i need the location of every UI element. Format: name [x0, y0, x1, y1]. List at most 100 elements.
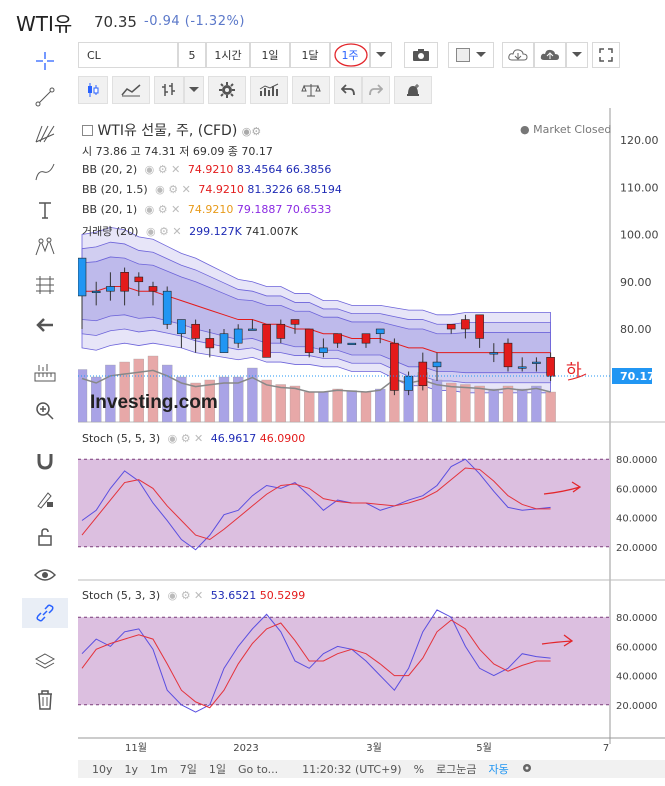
interval-1m[interactable]: 1달 [290, 42, 330, 68]
range-1m[interactable]: 1m [144, 763, 174, 776]
stoch2-tools[interactable]: ◉ ⚙ ✕ [168, 589, 204, 602]
chart-tools-toolbar [78, 76, 432, 104]
measure-tool[interactable] [22, 358, 68, 388]
candles-button[interactable] [78, 76, 108, 104]
indicators-button[interactable] [250, 76, 288, 104]
chart-type-dropdown[interactable] [184, 76, 204, 104]
bb2-tools[interactable]: ◉ ⚙ ✕ [155, 183, 191, 196]
auto-toggle[interactable]: 자동 [483, 761, 515, 777]
link-tool[interactable] [22, 598, 68, 628]
crosshair-tool[interactable] [22, 46, 68, 76]
alert-button[interactable] [394, 76, 432, 104]
indicators-icon [259, 83, 279, 96]
candle-body [517, 366, 527, 369]
volume-bar [446, 382, 457, 423]
bb3-tools[interactable]: ◉ ⚙ ✕ [145, 203, 181, 216]
projection-tool[interactable] [22, 270, 68, 300]
arrow-left-icon [36, 318, 53, 332]
undo-button[interactable] [334, 76, 362, 104]
area-chart-button[interactable] [112, 76, 150, 104]
main-legend-title: WTI유 선물, 주, (CFD) [97, 123, 238, 139]
current-price-label: 70.17 [620, 370, 655, 383]
candle-body [375, 328, 385, 335]
range-1d[interactable]: 1일 [203, 761, 232, 777]
settings-button[interactable] [208, 76, 246, 104]
main-legend: WTI유 선물, 주, (CFD) ◉⚙ [82, 120, 261, 140]
magnet-tool[interactable] [22, 446, 68, 476]
candle-body [276, 323, 286, 339]
chevron-down-icon [189, 87, 199, 92]
color-picker[interactable] [448, 42, 494, 68]
main-legend-tools[interactable]: ◉⚙ [242, 125, 261, 138]
magnet-icon [37, 454, 53, 470]
fullscreen-button[interactable] [592, 42, 620, 68]
price-tick-label: 110.00 [620, 181, 659, 194]
volume-bar [431, 379, 443, 423]
stoch1-k: 46.9617 [210, 432, 257, 445]
bb1-legend: BB (20, 2) ◉ ⚙ ✕ 74.9210 83.4564 66.3856 [82, 163, 331, 176]
range-1y[interactable]: 1y [119, 763, 145, 776]
trendline-tool[interactable] [22, 82, 68, 112]
volume-ma: 741.007K [245, 225, 299, 238]
text-icon [39, 202, 51, 219]
settings-gear[interactable] [515, 762, 539, 777]
hide-toolbar-tool[interactable] [22, 310, 68, 340]
volume-bar [332, 388, 343, 423]
bb2-label: BB (20, 1.5) [82, 183, 148, 196]
candle-body [489, 352, 499, 355]
cloud-upload-button[interactable] [534, 42, 566, 68]
interval-1h[interactable]: 1시간 [206, 42, 250, 68]
zoom-tool[interactable] [22, 396, 68, 426]
pencil-lock-icon [37, 492, 53, 509]
bb2-lower: 68.5194 [296, 183, 342, 196]
volume-value: 299.127K [189, 225, 242, 238]
goto-button[interactable]: Go to... [232, 763, 284, 776]
compare-button[interactable] [292, 76, 330, 104]
crosshair-icon [36, 52, 54, 70]
candle-body [262, 323, 271, 358]
volume-tools[interactable]: ◉ ⚙ ✕ [146, 225, 182, 238]
brush-tool[interactable] [22, 157, 68, 187]
ohlc-legend: 시 73.86 고 74.31 저 69.09 종 70.17 [82, 145, 273, 158]
interval-count-value: 5 [188, 48, 196, 62]
text-tool[interactable] [22, 195, 68, 225]
stoch1-d: 46.0900 [259, 432, 306, 445]
redo-button[interactable] [362, 76, 390, 104]
interval-1d[interactable]: 1일 [250, 42, 290, 68]
delete-tool[interactable] [22, 685, 68, 715]
unlock-icon [38, 528, 52, 546]
screenshot-button[interactable] [404, 42, 438, 68]
percent-toggle[interactable]: % [408, 763, 430, 776]
draw-mode-tool[interactable] [22, 484, 68, 514]
interval-1w[interactable]: 1주 [330, 42, 370, 68]
candle-body [333, 333, 342, 344]
range-7d[interactable]: 7일 [174, 761, 203, 777]
candle-body [475, 314, 484, 339]
bars-button[interactable] [154, 76, 184, 104]
pattern-tool[interactable] [22, 232, 68, 262]
candle-body [503, 342, 513, 368]
symbol-input[interactable]: CL [78, 42, 178, 68]
collapse-box-icon[interactable] [82, 125, 93, 136]
lock-tool[interactable] [22, 522, 68, 552]
bb1-tools[interactable]: ◉ ⚙ ✕ [145, 163, 181, 176]
volume-bar [502, 385, 514, 423]
price-tick-label: 90.00 [620, 276, 652, 289]
hand-annotation-text: 하 [566, 361, 582, 381]
range-10y[interactable]: 10y [86, 763, 119, 776]
link-icon [36, 604, 54, 622]
candle-body [446, 323, 456, 330]
stoch1-tools[interactable]: ◉ ⚙ ✕ [168, 432, 204, 445]
stoch2-legend: Stoch (5, 3, 3) ◉ ⚙ ✕ 53.6521 50.5299 [82, 589, 305, 602]
layers-tool[interactable] [22, 647, 68, 677]
visibility-tool[interactable] [22, 560, 68, 590]
interval-dropdown[interactable] [370, 42, 392, 68]
symbol-value: CL [87, 48, 101, 62]
pitchfork-icon [35, 125, 55, 143]
cloud-download-button[interactable] [502, 42, 534, 68]
cloud-dropdown[interactable] [566, 42, 588, 68]
log-toggle[interactable]: 로그눈금 [430, 761, 482, 777]
pitchfork-tool[interactable] [22, 119, 68, 149]
interval-count[interactable]: 5 [178, 42, 206, 68]
volume-bar [289, 385, 301, 423]
